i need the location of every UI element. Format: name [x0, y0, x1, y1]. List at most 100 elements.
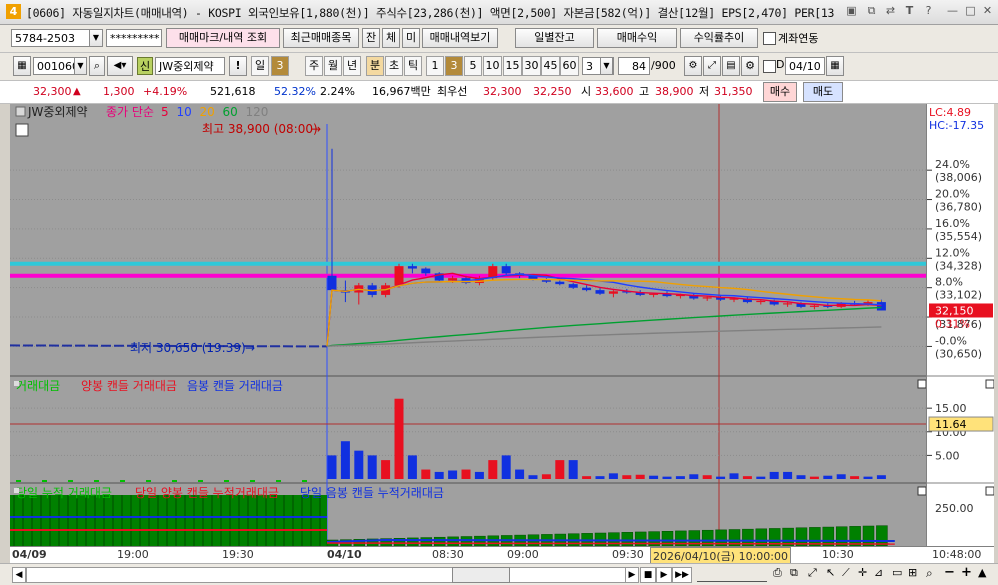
horizontal-scrollbar[interactable] [26, 567, 626, 583]
gear-icon[interactable]: ⚙ [741, 56, 759, 76]
account-link-checkbox[interactable] [763, 32, 776, 45]
panel-marker-icon [14, 381, 19, 386]
cum-bar [835, 526, 848, 546]
zoom-icon[interactable]: ⤢ [703, 56, 721, 76]
time-label: 19:00 [117, 548, 149, 561]
volume-bar [474, 471, 484, 479]
trade-history-button[interactable]: 매매내역보기 [422, 28, 498, 48]
period-tick-button[interactable]: 틱 [404, 56, 422, 76]
account-dropdown-icon[interactable]: ▼ [89, 29, 103, 47]
volume-bar [876, 475, 886, 479]
speed-slider[interactable] [697, 567, 767, 582]
zoom-out-icon[interactable]: − [944, 565, 955, 580]
date-input[interactable]: 04/10 [785, 57, 825, 75]
cursor-icon[interactable]: ↖ [826, 566, 835, 579]
scroll-right-icon[interactable]: ▶ [625, 567, 639, 583]
expand-icon[interactable]: ⤢ [808, 566, 817, 580]
interval-60-button[interactable]: 60 [560, 56, 579, 76]
fast-forward-icon[interactable]: ▶▶ [672, 567, 692, 583]
copy-chart-icon[interactable]: ⧉ [790, 566, 798, 580]
hc-label: HC:-17.35 [929, 119, 984, 132]
grid-layout-icon[interactable]: ▦ [13, 56, 31, 76]
swap-icon[interactable]: ⇄ [884, 4, 897, 17]
zoom-in-icon[interactable]: + [961, 565, 972, 580]
high-price: 38,900 [655, 85, 694, 98]
interval-5-button[interactable]: 5 [464, 56, 482, 76]
balance-button[interactable]: 잔 [362, 28, 380, 48]
period-minute-button[interactable]: 분 [366, 56, 384, 76]
alert-button[interactable]: ! [229, 56, 247, 76]
line-tool-icon[interactable]: ⟋ [842, 566, 850, 580]
print-icon[interactable]: ⎙ [773, 566, 782, 580]
scroll-left-icon[interactable]: ◀ [12, 567, 26, 583]
chart-settings-icon[interactable]: ⚙ [684, 56, 702, 76]
search-icon[interactable]: ⌕ [89, 56, 105, 76]
save-icon[interactable]: ▤ [722, 56, 740, 76]
legend-ma-period: 5 [161, 105, 169, 119]
filled-button[interactable]: 체 [382, 28, 400, 48]
interval-dropdown-icon[interactable]: ▼ [600, 57, 613, 75]
interval-45-button[interactable]: 45 [541, 56, 560, 76]
close-icon[interactable]: ✕ [981, 4, 994, 17]
scroll-thumb[interactable] [452, 567, 510, 583]
daily-balance-button[interactable]: 일별잔고 [515, 28, 594, 48]
bar-count-input[interactable]: 84 [618, 57, 650, 75]
chart-area[interactable]: JW중외제약 종가 단순 5 10 20 60 120 최고 38,900 (08:00) → 최… [10, 104, 926, 546]
interval-15-button[interactable]: 15 [503, 56, 522, 76]
stop-icon[interactable]: ■ [640, 567, 656, 583]
period-day-button[interactable]: 일 [251, 56, 269, 76]
play-icon[interactable]: ▶ [656, 567, 672, 583]
volume-bar [367, 455, 377, 479]
period-week-button[interactable]: 주 [305, 56, 323, 76]
volume-bar [381, 460, 391, 479]
crosshair-icon[interactable]: ✛ [858, 566, 867, 579]
maximize-icon[interactable]: □ [964, 4, 977, 17]
volume-bar [555, 460, 565, 479]
sell-button[interactable]: 매도 [803, 82, 843, 102]
interval-30-button[interactable]: 30 [522, 56, 541, 76]
date-checkbox[interactable] [763, 60, 776, 73]
price-chart-svg[interactable]: JW중외제약 종가 단순 5 10 20 60 120최고 38,900 (08:00)→최… [10, 104, 926, 546]
period-day-count[interactable]: 3 [271, 56, 289, 76]
chart-type-icon[interactable]: ⊞ [908, 566, 917, 579]
volume-bar [756, 476, 766, 479]
axis-close-icon [985, 486, 995, 496]
layout-icon[interactable]: ▭ [892, 566, 902, 579]
minimize-icon[interactable]: — [946, 4, 959, 17]
speaker-icon[interactable]: ◀▾ [107, 56, 133, 76]
interval-1-button[interactable]: 1 [426, 56, 444, 76]
stock-code-input[interactable]: 001060 [33, 57, 75, 75]
copy-icon[interactable]: ⧉ [865, 4, 878, 17]
password-field[interactable]: ********* [106, 29, 162, 47]
code-dropdown-icon[interactable]: ▼ [74, 57, 87, 75]
cum-bar [460, 536, 473, 546]
period-second-button[interactable]: 초 [385, 56, 403, 76]
time-label: 10:30 [822, 548, 854, 561]
period-year-button[interactable]: 년 [343, 56, 361, 76]
volume-bar [729, 473, 739, 479]
trade-mark-button[interactable]: 매매마크/내역 조회 [166, 28, 280, 48]
price-change: 1,300 [103, 85, 135, 98]
volume-bar [716, 476, 726, 479]
candle-body [421, 268, 431, 274]
period-month-button[interactable]: 월 [324, 56, 342, 76]
volume-bar [68, 480, 73, 482]
interval-10-button[interactable]: 10 [483, 56, 502, 76]
return-trend-button[interactable]: 수익률추이 [680, 28, 758, 48]
buy-button[interactable]: 매수 [763, 82, 797, 102]
calendar-icon[interactable]: ▦ [826, 56, 844, 76]
account-select[interactable]: 5784-2503 [11, 29, 91, 47]
volume-legend: 음봉 캔들 거래대금 [187, 379, 283, 393]
trade-profit-button[interactable]: 매매수익 [597, 28, 677, 48]
zoom-search-icon[interactable]: ⌕ [926, 566, 933, 581]
recent-trades-button[interactable]: 최근매매종목 [283, 28, 359, 48]
scroll-up-icon[interactable]: ▲ [978, 566, 986, 579]
measure-icon[interactable]: ⊿ [874, 566, 883, 579]
volume-bar [515, 469, 525, 479]
restore-icon[interactable]: ▣ [845, 4, 858, 17]
help-icon[interactable]: ? [922, 4, 935, 17]
unfilled-button[interactable]: 미 [402, 28, 420, 48]
interval-3-button[interactable]: 3 [445, 56, 463, 76]
font-icon[interactable]: T [903, 4, 916, 17]
vertical-scrollbar[interactable] [994, 104, 998, 563]
